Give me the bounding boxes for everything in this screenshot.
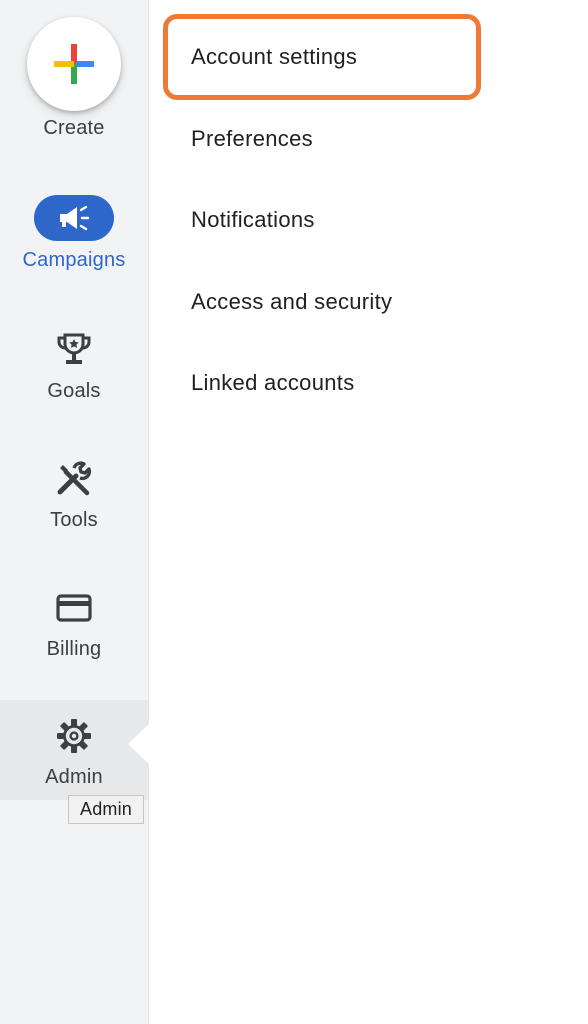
gear-icon (57, 719, 91, 753)
menu-item-preferences[interactable]: Preferences (191, 126, 313, 152)
flyout-pointer (128, 724, 149, 764)
credit-card-icon (56, 594, 92, 622)
admin-tooltip: Admin (68, 795, 145, 824)
campaigns-active-pill (34, 195, 114, 241)
menu-item-linked-accounts[interactable]: Linked accounts (191, 370, 355, 396)
plus-multicolor-icon (54, 44, 94, 84)
goals-label: Goals (47, 380, 101, 402)
billing-label: Billing (46, 638, 102, 660)
admin-label: Admin (45, 766, 103, 788)
create-label: Create (43, 117, 105, 139)
create-button[interactable]: Create (0, 17, 148, 140)
menu-item-account-settings[interactable]: Account settings (191, 44, 357, 70)
sidebar-item-tools[interactable]: Tools (0, 459, 148, 532)
create-fab[interactable] (27, 17, 121, 111)
sidebar-item-admin[interactable]: Admin (0, 716, 148, 789)
sidebar-item-billing[interactable]: Billing (0, 588, 148, 661)
menu-item-access-and-security[interactable]: Access and security (191, 289, 392, 315)
tools-label: Tools (50, 509, 98, 531)
tools-icon (57, 461, 92, 496)
menu-item-notifications[interactable]: Notifications (191, 207, 315, 233)
sidebar-item-campaigns[interactable]: Campaigns (0, 195, 148, 272)
sidebar-item-goals[interactable]: Goals (0, 330, 148, 403)
trophy-icon (57, 333, 91, 364)
navigation-rail: Create Campaigns Goals Tools Billing Adm… (0, 0, 149, 1024)
megaphone-icon (60, 205, 90, 231)
campaigns-label: Campaigns (22, 249, 126, 271)
